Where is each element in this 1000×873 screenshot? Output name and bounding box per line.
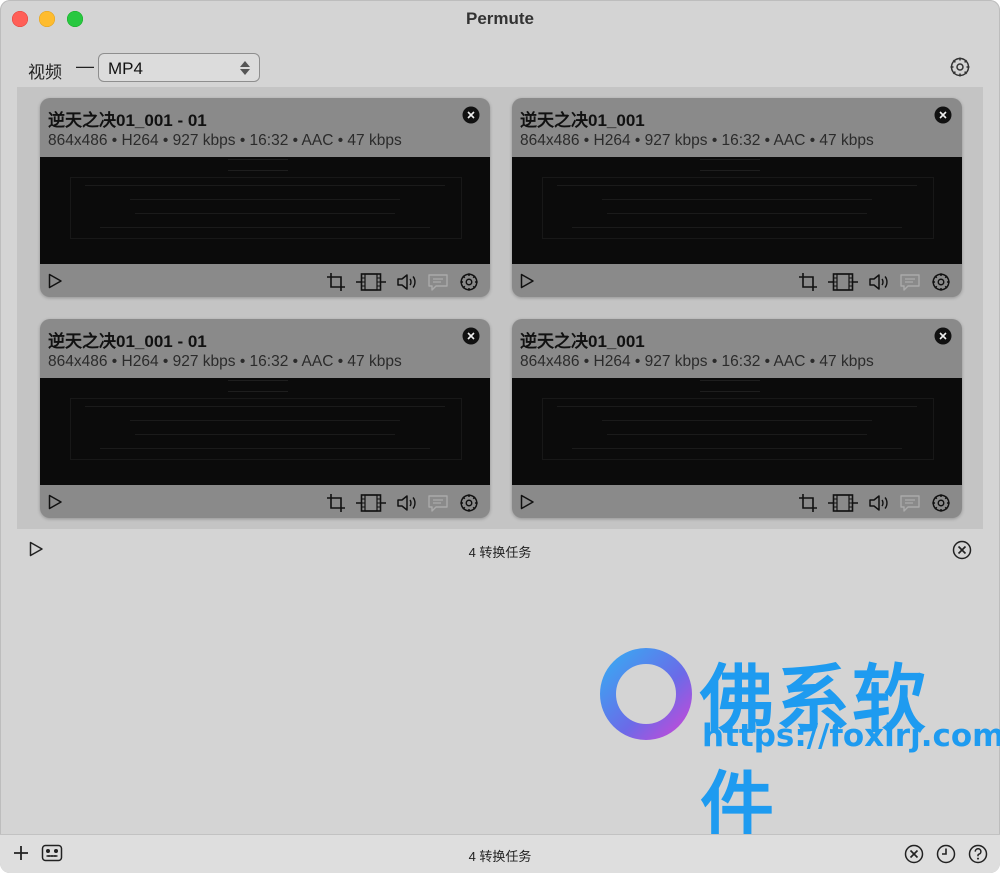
question-circle-icon (968, 844, 988, 864)
crop-icon[interactable] (326, 272, 346, 292)
video-preview (40, 157, 490, 264)
media-item-card[interactable]: 逆天之决01_001 - 01 864x486 • H264 • 927 kbps… (40, 98, 490, 297)
permute-window: Permute 视频 — MP4 逆天之决01_001 - 01 864x486 … (0, 0, 1000, 873)
gear-icon[interactable] (930, 492, 952, 514)
play-icon (519, 494, 535, 510)
film-strip-icon[interactable] (355, 493, 387, 513)
subtitles-icon[interactable] (427, 493, 449, 513)
category-label[interactable]: 视频 (28, 58, 62, 83)
play-icon (47, 494, 63, 510)
queue-status: 4 转换任务 (468, 545, 532, 560)
window-title: Permute (465, 9, 535, 28)
media-item-title: 逆天之决01_001 (520, 332, 645, 351)
media-item-title: 逆天之决01_001 - 01 (48, 111, 207, 130)
remove-item-button[interactable] (462, 327, 480, 345)
remove-item-button[interactable] (462, 106, 480, 124)
gear-icon (948, 55, 972, 79)
item-play-button[interactable] (519, 273, 535, 289)
close-circle-icon (934, 327, 952, 345)
film-strip-icon[interactable] (827, 272, 859, 292)
subtitles-icon[interactable] (427, 272, 449, 292)
bottom-status: 4 转换任务 (468, 849, 532, 864)
media-item-card[interactable]: 逆天之决01_001 - 01 864x486 • H264 • 927 kbps… (40, 319, 490, 518)
play-icon (519, 273, 535, 289)
crop-icon[interactable] (326, 493, 346, 513)
select-updown-icon (239, 60, 251, 76)
subtitles-icon[interactable] (899, 493, 921, 513)
item-play-button[interactable] (47, 494, 63, 510)
item-tools (789, 271, 952, 293)
crop-icon[interactable] (798, 272, 818, 292)
bottom-bar: 4 转换任务 (0, 834, 1000, 873)
media-item-meta: 864x486 • H264 • 927 kbps • 16:32 • AAC … (48, 353, 402, 370)
title-bar: Permute (0, 0, 1000, 38)
media-item-meta: 864x486 • H264 • 927 kbps • 16:32 • AAC … (520, 353, 874, 370)
film-strip-icon[interactable] (355, 272, 387, 292)
gear-icon[interactable] (458, 492, 480, 514)
close-circle-icon (904, 844, 924, 864)
item-tools (317, 271, 480, 293)
close-circle-icon (462, 106, 480, 124)
close-circle-icon (462, 327, 480, 345)
video-preview (40, 378, 490, 485)
media-item-title: 逆天之决01_001 - 01 (48, 332, 207, 351)
close-circle-icon (934, 106, 952, 124)
watermark-logo-icon (600, 648, 692, 740)
category-dash: — (76, 56, 94, 76)
video-preview (512, 378, 962, 485)
media-item-meta: 864x486 • H264 • 927 kbps • 16:32 • AAC … (520, 132, 874, 149)
subtitles-icon[interactable] (899, 272, 921, 292)
conversion-queue: 逆天之决01_001 - 01 864x486 • H264 • 927 kbps… (17, 87, 983, 529)
film-strip-icon[interactable] (827, 493, 859, 513)
video-preview (512, 157, 962, 264)
history-button[interactable] (936, 844, 956, 864)
item-tools (789, 492, 952, 514)
play-icon (47, 273, 63, 289)
speaker-icon[interactable] (396, 272, 418, 292)
item-play-button[interactable] (519, 494, 535, 510)
gear-icon[interactable] (458, 271, 480, 293)
format-select[interactable]: MP4 (98, 53, 260, 82)
clock-icon (936, 844, 956, 864)
media-item-card[interactable]: 逆天之决01_001 864x486 • H264 • 927 kbps • 16… (512, 319, 962, 518)
format-settings-button[interactable] (948, 55, 972, 79)
remove-item-button[interactable] (934, 106, 952, 124)
bottom-cancel-button[interactable] (904, 844, 924, 864)
gear-icon[interactable] (930, 271, 952, 293)
item-play-button[interactable] (47, 273, 63, 289)
watermark-url: https://foxirj.com (702, 718, 1000, 754)
media-item-meta: 864x486 • H264 • 927 kbps • 16:32 • AAC … (48, 132, 402, 149)
cancel-all-button[interactable] (952, 540, 972, 560)
format-select-value: MP4 (108, 59, 143, 78)
speaker-icon[interactable] (868, 272, 890, 292)
remove-item-button[interactable] (934, 327, 952, 345)
media-item-card[interactable]: 逆天之决01_001 864x486 • H264 • 927 kbps • 16… (512, 98, 962, 297)
crop-icon[interactable] (798, 493, 818, 513)
speaker-icon[interactable] (396, 493, 418, 513)
help-button[interactable] (968, 844, 988, 864)
speaker-icon[interactable] (868, 493, 890, 513)
item-tools (317, 492, 480, 514)
close-circle-icon (952, 540, 972, 560)
media-item-title: 逆天之决01_001 (520, 111, 645, 130)
